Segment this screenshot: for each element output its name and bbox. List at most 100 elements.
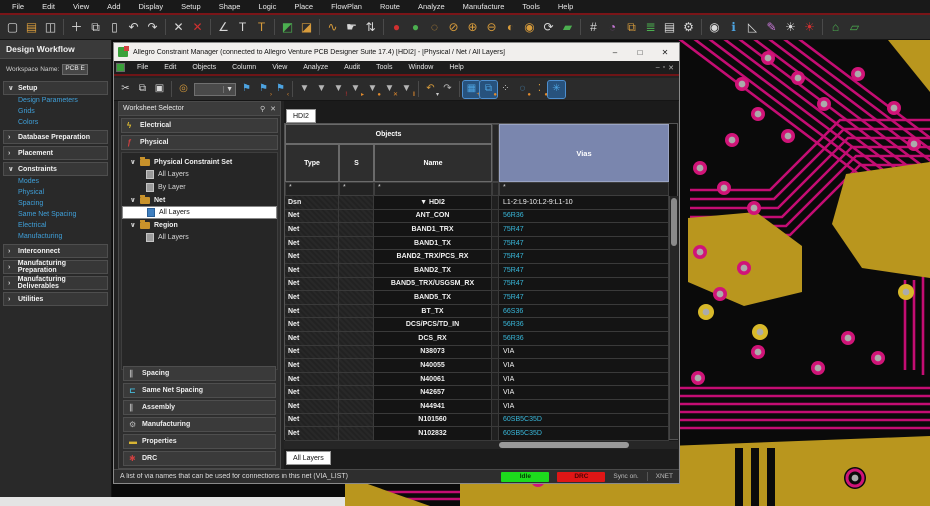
shape-home-icon[interactable]: ⌂ xyxy=(826,18,845,37)
filter-vias[interactable]: * xyxy=(499,182,669,196)
domain-electrical[interactable]: ϟ Electrical xyxy=(121,118,278,133)
worksheet-selector-header[interactable]: Worksheet Selector ⚲ ✕ xyxy=(119,102,280,116)
cell-s[interactable] xyxy=(339,386,374,400)
bookmark-prev-icon[interactable]: ⚑‹ xyxy=(272,81,289,98)
pin-pair-icon[interactable]: ⁚● xyxy=(531,81,548,98)
worksheet-region-all-layers[interactable]: All Layers xyxy=(122,231,277,244)
cell-type[interactable]: Net xyxy=(285,332,339,346)
manual-route-icon[interactable]: ☛ xyxy=(342,18,361,37)
find-combobox[interactable]: ▼ xyxy=(194,83,236,96)
slide-icon[interactable]: ∠ xyxy=(214,18,233,37)
pin-orange-icon[interactable]: ◪ xyxy=(297,18,316,37)
net-group-icon[interactable]: ⁘ xyxy=(497,81,514,98)
menu-place[interactable]: Place xyxy=(286,1,321,12)
redo-icon[interactable]: ↷ xyxy=(143,18,162,37)
table-row[interactable]: Net N38073 VIA xyxy=(285,346,677,360)
filter-options-icon[interactable]: ▼● xyxy=(364,81,381,98)
edit-text-icon[interactable]: T xyxy=(252,18,271,37)
cell-type[interactable]: Net xyxy=(285,264,339,278)
cell-via[interactable]: 75R47 xyxy=(499,250,669,264)
menu-help[interactable]: Help xyxy=(550,1,581,12)
report-icon[interactable]: ▤ xyxy=(660,18,679,37)
workflow-link-manufacturing[interactable]: Manufacturing xyxy=(0,231,111,242)
filter-pause-icon[interactable]: ▼‖ xyxy=(398,81,415,98)
mdi-minimize-button[interactable]: – xyxy=(656,64,660,72)
pane-divider[interactable] xyxy=(492,124,499,182)
cell-name[interactable]: N40061 xyxy=(374,373,492,387)
header-vias[interactable]: Vias xyxy=(499,124,669,182)
workflow-section-constraints[interactable]: ∨ Constraints xyxy=(3,162,108,176)
table-row[interactable]: Net BAND1_TX 75R47 xyxy=(285,237,677,251)
analyze-icon[interactable]: ✳ xyxy=(548,81,565,98)
shape-select-icon[interactable]: ▱ xyxy=(845,18,864,37)
redo-icon[interactable]: ↷ xyxy=(439,81,456,98)
open-folder-icon[interactable]: ▤ xyxy=(22,18,41,37)
cm-titlebar[interactable]: Allegro Constraint Manager (connected to… xyxy=(114,43,679,61)
highlight-icon[interactable]: ☀ xyxy=(781,18,800,37)
close-icon[interactable]: ✕ xyxy=(270,105,276,113)
zoom-out-icon[interactable]: ⊖ xyxy=(482,18,501,37)
design-options-icon[interactable]: ⚙ xyxy=(679,18,698,37)
cell-via[interactable]: 66S36 xyxy=(499,305,669,319)
add-connect-icon[interactable]: ∿ xyxy=(323,18,342,37)
undo-icon[interactable]: ↶▾ xyxy=(422,81,439,98)
cell-s[interactable] xyxy=(339,346,374,360)
cell-type[interactable]: Net xyxy=(285,318,339,332)
minimize-button[interactable]: – xyxy=(605,45,625,59)
table-row[interactable]: Net DCS/PCS/TD_IN 56R36 xyxy=(285,318,677,332)
domain-drc[interactable]: ✱ DRC xyxy=(123,451,276,466)
bookmark-next-icon[interactable]: ⚑› xyxy=(255,81,272,98)
table-row[interactable]: Net BAND2_TX 75R47 xyxy=(285,264,677,278)
pin-green-icon[interactable]: ◩ xyxy=(278,18,297,37)
cell-via[interactable]: VIA xyxy=(499,359,669,373)
tree-folder-net[interactable]: ∨ Net xyxy=(122,194,277,206)
header-s[interactable]: S xyxy=(339,144,374,182)
worksheet-pcs-all-layers[interactable]: All Layers xyxy=(122,168,277,181)
cell-s[interactable] xyxy=(339,359,374,373)
menu-route[interactable]: Route xyxy=(372,1,408,12)
cut-icon[interactable]: ✂ xyxy=(117,81,134,98)
worksheet-copy-icon[interactable]: ⧉● xyxy=(480,81,497,98)
add-text-icon[interactable]: T xyxy=(233,18,252,37)
layer-copy-icon[interactable]: ⧉ xyxy=(622,18,641,37)
cell-type[interactable]: Net xyxy=(285,278,339,292)
redraw-icon[interactable]: ⟳ xyxy=(539,18,558,37)
cell-name[interactable]: BAND1_TX xyxy=(374,237,492,251)
cell-via[interactable]: 60SB5C35D xyxy=(499,427,669,441)
table-row[interactable]: Dsn ▼ HDI2 L1-2:L9-10:L2-9:L1-10 xyxy=(285,196,677,210)
table-row[interactable]: Net N102832 60SB5C35D xyxy=(285,427,677,441)
cell-name[interactable]: ANT_CON xyxy=(374,210,492,224)
zoom-center-icon[interactable]: ◉ xyxy=(520,18,539,37)
cell-s[interactable] xyxy=(339,305,374,319)
workflow-section-setup[interactable]: ∨ Setup xyxy=(3,81,108,95)
cell-s[interactable] xyxy=(339,318,374,332)
scrollbar-thumb[interactable] xyxy=(671,198,677,246)
menu-add[interactable]: Add xyxy=(99,1,128,12)
zoom-mode-icon[interactable]: ◌ xyxy=(425,18,444,37)
cell-name[interactable]: N101560 xyxy=(374,414,492,428)
cm-menu-audit[interactable]: Audit xyxy=(336,64,368,71)
cm-menu-help[interactable]: Help xyxy=(441,64,471,71)
vertical-scrollbar[interactable] xyxy=(669,196,678,439)
cell-via[interactable]: 75R47 xyxy=(499,264,669,278)
cell-s[interactable] xyxy=(339,332,374,346)
domain-manufacturing[interactable]: ⚙ Manufacturing xyxy=(123,417,276,432)
domain-properties[interactable]: ▬ Properties xyxy=(123,434,276,449)
filter-delete-icon[interactable]: ▼✕ xyxy=(381,81,398,98)
cell-via[interactable]: 75R47 xyxy=(499,223,669,237)
cell-s[interactable] xyxy=(339,291,374,305)
table-row[interactable]: Net BT_TX 66S36 xyxy=(285,305,677,319)
layer-stack-icon[interactable]: ≣ xyxy=(641,18,660,37)
table-row[interactable]: Net N101560 60SB5C35D xyxy=(285,414,677,428)
cell-via[interactable]: VIA xyxy=(499,346,669,360)
workflow-link-design-parameters[interactable]: Design Parameters xyxy=(0,95,111,106)
cell-s[interactable] xyxy=(339,414,374,428)
cm-menu-objects[interactable]: Objects xyxy=(184,64,224,71)
workflow-link-electrical[interactable]: Electrical xyxy=(0,220,111,231)
cell-type[interactable]: Net xyxy=(285,386,339,400)
table-row[interactable]: Net DCS_RX 56R36 xyxy=(285,332,677,346)
cell-via[interactable]: VIA xyxy=(499,400,669,414)
header-name[interactable]: Name xyxy=(374,144,492,182)
cell-via[interactable]: L1-2:L9-10:L2-9:L1-10 xyxy=(499,196,669,210)
cell-name[interactable]: N42657 xyxy=(374,386,492,400)
